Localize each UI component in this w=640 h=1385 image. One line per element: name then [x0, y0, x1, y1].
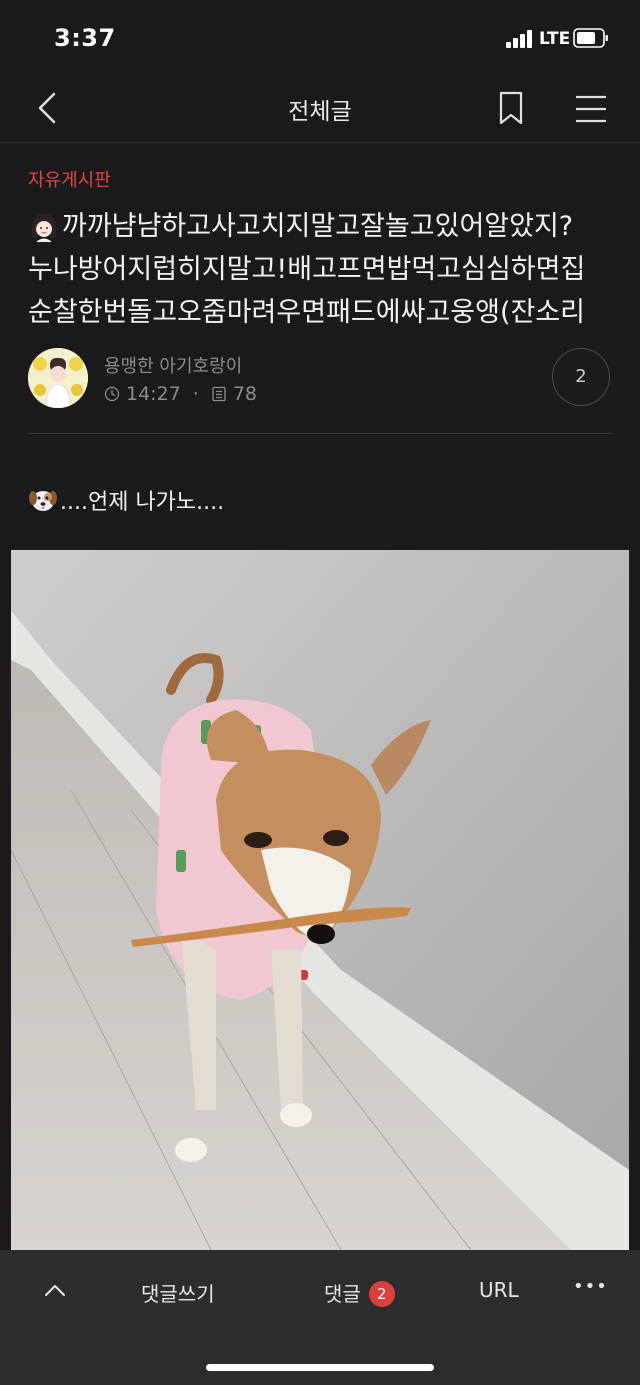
author-name[interactable]: 용맹한 아기호랑이 — [104, 352, 242, 378]
title-line-1: 까까냠냠하고사고치지말고잘놀고있어알았지? — [62, 211, 574, 242]
views-icon — [212, 386, 226, 402]
post-photo[interactable] — [11, 550, 629, 1250]
bookmark-icon[interactable] — [496, 90, 526, 126]
post-body-text: ....언제 나가노.... — [60, 490, 225, 515]
status-time: 3:37 — [54, 24, 116, 52]
menu-icon[interactable] — [574, 94, 608, 124]
more-icon[interactable]: ••• — [573, 1276, 608, 1297]
signal-icon — [506, 30, 534, 48]
avatar-image — [28, 348, 88, 408]
title-line-3: 순찰한번돌고오줌마려우면패드에싸고웅앵(잔소리 — [28, 297, 586, 328]
title-line-2: 누나방어지럽히지말고!배고프면밥먹고심심하면집 — [28, 254, 586, 285]
scroll-up-icon[interactable] — [44, 1282, 66, 1298]
network-label: LTE — [539, 29, 571, 49]
status-bar: 3:37 LTE — [0, 0, 640, 76]
clock-icon — [104, 386, 120, 402]
home-indicator[interactable] — [206, 1364, 434, 1371]
write-comment-button[interactable]: 댓글쓰기 — [141, 1278, 215, 1307]
post-body: ....언제 나가노.... — [28, 484, 224, 516]
divider — [28, 433, 612, 434]
comment-count-button[interactable]: 2 — [552, 348, 610, 406]
title-line: 까까냠냠하고사고치지말고잘놀고있어알았지? — [28, 205, 618, 248]
comments-button[interactable]: 댓글 2 — [324, 1278, 395, 1309]
post-title: 까까냠냠하고사고치지말고잘놀고있어알았지? 누나방어지럽히지말고!배고프면밥먹고… — [28, 205, 618, 334]
page-title: 전체글 — [288, 99, 352, 125]
post-time: 14:27 — [126, 383, 181, 405]
comments-badge: 2 — [368, 1280, 395, 1307]
dog-emoji-icon — [29, 491, 57, 511]
post-views: 78 — [232, 383, 257, 405]
nav-bar: 전체글 — [0, 76, 640, 143]
avatar[interactable] — [28, 348, 88, 408]
post-category[interactable]: 자유게시판 — [28, 166, 111, 192]
meta-separator: · — [192, 383, 199, 405]
comments-label: 댓글 — [324, 1282, 361, 1306]
url-button[interactable]: URL — [479, 1278, 519, 1302]
post-meta: 14:27 · 78 — [104, 383, 257, 405]
battery-icon — [573, 28, 608, 48]
girl-emoji-icon — [32, 213, 56, 242]
dog-photo-image — [11, 550, 629, 1250]
